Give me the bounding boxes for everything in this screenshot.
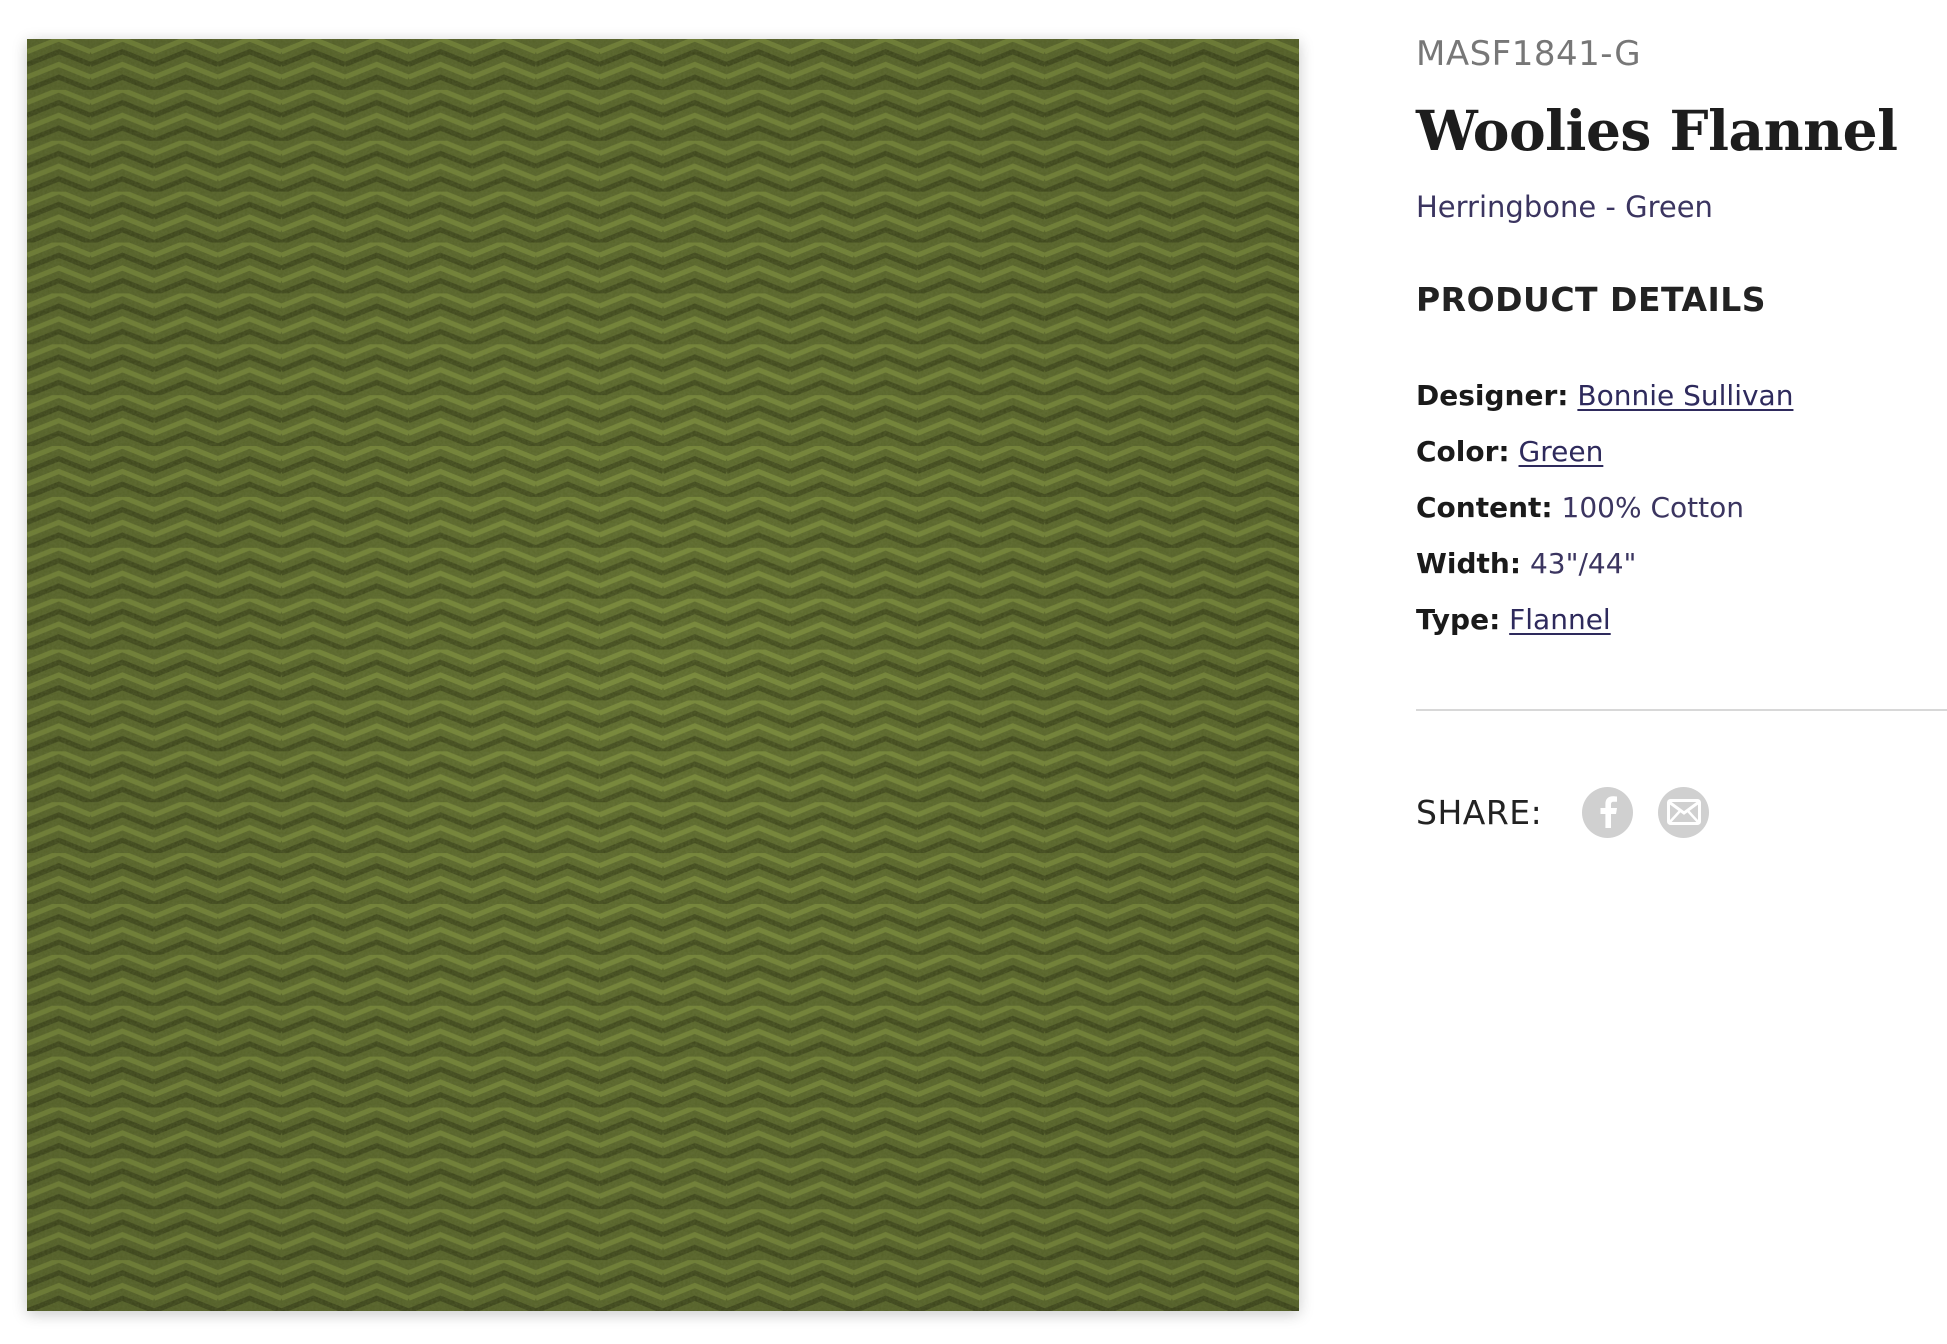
- product-sku: MASF1841-G: [1416, 34, 1642, 74]
- type-link[interactable]: Flannel: [1509, 603, 1611, 636]
- product-subtitle: Herringbone - Green: [1416, 190, 1713, 224]
- width-value: 43"/44": [1529, 547, 1637, 580]
- designer-link[interactable]: Bonnie Sullivan: [1577, 379, 1793, 412]
- detail-key: Designer:: [1416, 379, 1569, 412]
- detail-key: Type:: [1416, 603, 1501, 636]
- product-details-list: Designer: Bonnie Sullivan Color: Green C…: [1416, 378, 1947, 658]
- product-info-panel: MASF1841-G Woolies Flannel Herringbone -…: [1416, 0, 1947, 1344]
- detail-key: Content:: [1416, 491, 1553, 524]
- fabric-swatch-image: [27, 39, 1299, 1311]
- detail-key: Color:: [1416, 435, 1510, 468]
- product-image[interactable]: [27, 39, 1299, 1311]
- share-bar: SHARE:: [1416, 786, 1734, 838]
- facebook-share-button[interactable]: [1582, 786, 1634, 838]
- content-value: 100% Cotton: [1561, 491, 1744, 524]
- detail-row-width: Width: 43"/44": [1416, 546, 1947, 602]
- detail-row-designer: Designer: Bonnie Sullivan: [1416, 378, 1947, 434]
- product-details-heading: PRODUCT DETAILS: [1416, 280, 1767, 319]
- facebook-icon: [1600, 796, 1617, 828]
- share-label: SHARE:: [1416, 792, 1543, 832]
- email-share-button[interactable]: [1658, 786, 1710, 838]
- detail-row-color: Color: Green: [1416, 434, 1947, 490]
- product-page: MASF1841-G Woolies Flannel Herringbone -…: [0, 0, 1947, 1344]
- email-icon: [1666, 799, 1701, 825]
- color-link[interactable]: Green: [1519, 435, 1604, 468]
- detail-key: Width:: [1416, 547, 1522, 580]
- product-title: Woolies Flannel: [1416, 98, 1898, 163]
- detail-row-type: Type: Flannel: [1416, 602, 1947, 658]
- divider: [1416, 709, 1947, 711]
- detail-row-content: Content: 100% Cotton: [1416, 490, 1947, 546]
